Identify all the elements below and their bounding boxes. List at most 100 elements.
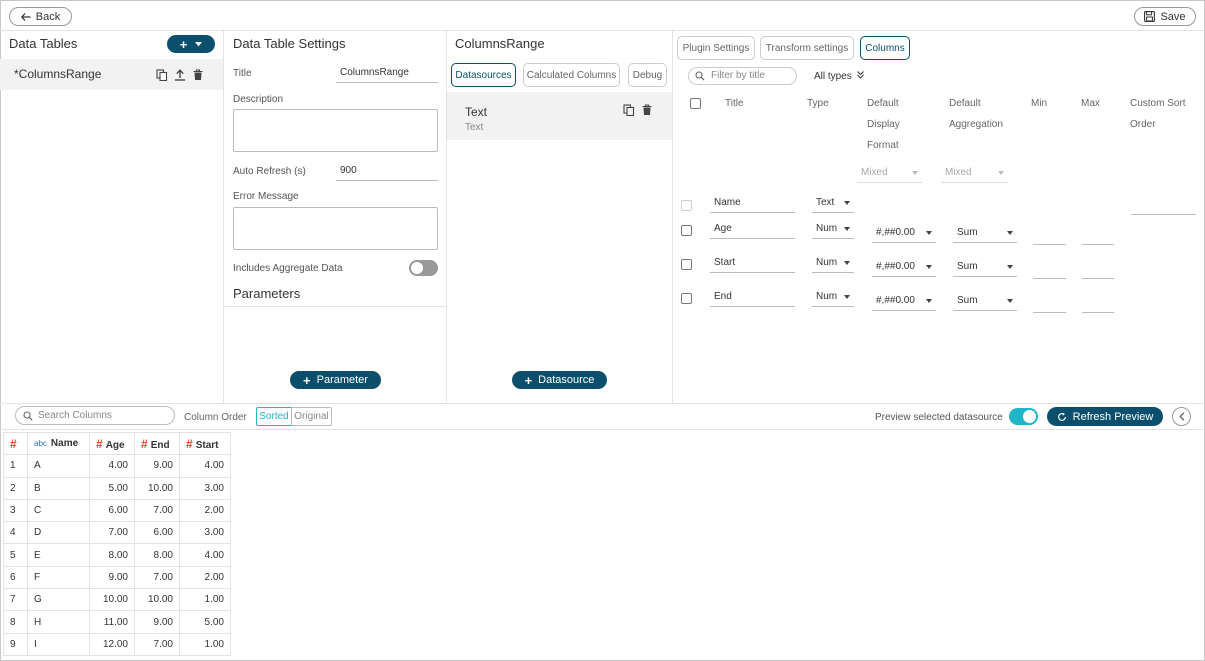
add-data-table-button[interactable]: +: [167, 35, 215, 53]
mixed-format-select[interactable]: Mixed: [857, 165, 922, 183]
add-datasource-button[interactable]: + Datasource: [512, 371, 607, 389]
tab-transform-settings[interactable]: Transform settings: [760, 36, 854, 60]
header-min: Min: [1031, 98, 1048, 109]
header-format-line3: Format: [867, 140, 899, 151]
mixed-agg-select[interactable]: Mixed: [941, 165, 1008, 183]
max-input[interactable]: [1082, 227, 1114, 245]
tab-debug[interactable]: Debug: [628, 63, 667, 87]
parameter-label: Parameter: [316, 374, 368, 386]
cell-start: 3.00: [179, 521, 231, 545]
back-button[interactable]: Back: [9, 7, 72, 26]
column-type-select[interactable]: Num: [812, 289, 854, 307]
header-start[interactable]: # Start: [179, 431, 231, 456]
header-max: Max: [1081, 98, 1100, 109]
format-select[interactable]: #,##0.00: [872, 293, 936, 311]
aggregate-toggle[interactable]: [409, 260, 438, 276]
arrow-left-icon: [20, 12, 31, 21]
caret-down-icon: [1007, 299, 1013, 303]
column-type-value: Num: [816, 257, 838, 268]
title-input[interactable]: ColumnsRange: [336, 65, 438, 83]
cell-age: 7.00: [89, 521, 135, 545]
table-row: 4 D 7.00 6.00 3.00: [3, 521, 231, 545]
cell-index: 2: [3, 476, 28, 500]
add-parameter-button[interactable]: + Parameter: [290, 371, 381, 389]
tab-columns[interactable]: Columns: [860, 36, 910, 60]
data-tables-title: Data Tables: [9, 36, 78, 51]
caret-down-icon: [912, 171, 918, 175]
column-type-select[interactable]: Num: [812, 255, 854, 273]
caret-down-icon: [926, 231, 932, 235]
refresh-preview-button[interactable]: Refresh Preview: [1047, 407, 1163, 426]
header-aggregation-line1: Default: [949, 98, 981, 109]
tab-plugin-settings[interactable]: Plugin Settings: [677, 36, 755, 60]
cell-index: 1: [3, 454, 28, 478]
custom-sort-input[interactable]: [1131, 197, 1196, 215]
description-textarea[interactable]: [233, 109, 438, 152]
sorted-toggle[interactable]: Sorted: [256, 407, 292, 426]
plus-icon: +: [303, 372, 311, 388]
chevron-down-icon: [195, 41, 203, 46]
cell-name: B: [27, 476, 90, 500]
column-type-select[interactable]: Num: [812, 221, 854, 239]
select-all-checkbox[interactable]: [690, 98, 701, 109]
row-checkbox-end[interactable]: [681, 293, 692, 304]
min-input[interactable]: [1033, 261, 1066, 279]
header-name[interactable]: abc Name: [27, 431, 90, 456]
table-row: 3 C 6.00 7.00 2.00: [3, 498, 231, 523]
column-title-input[interactable]: Name: [710, 195, 795, 213]
save-button[interactable]: Save: [1134, 7, 1196, 26]
format-select[interactable]: #,##0.00: [872, 225, 936, 243]
caret-down-icon: [998, 171, 1004, 175]
aggregation-select[interactable]: Sum: [953, 293, 1017, 311]
row-checkbox-name[interactable]: [681, 200, 692, 211]
preview-selected-toggle[interactable]: [1009, 408, 1038, 425]
header-age[interactable]: # Age: [89, 431, 135, 456]
cell-start: 4.00: [179, 454, 231, 478]
datasource-item[interactable]: Text Text: [447, 92, 672, 140]
column-type-select[interactable]: Text: [812, 195, 854, 213]
cell-end: 10.00: [134, 476, 180, 500]
cell-start: 1.00: [179, 632, 231, 656]
search-columns-input[interactable]: Search Columns: [15, 406, 175, 425]
data-tables-panel: Data Tables + *ColumnsRange: [0, 31, 224, 403]
error-message-textarea[interactable]: [233, 207, 438, 250]
min-input[interactable]: [1033, 295, 1066, 313]
data-table-item[interactable]: *ColumnsRange: [0, 59, 223, 90]
original-toggle[interactable]: Original: [291, 407, 332, 426]
header-age-label: Age: [105, 439, 125, 451]
tab-calculated-columns[interactable]: Calculated Columns: [523, 63, 620, 87]
column-title-input[interactable]: Age: [710, 221, 795, 239]
auto-refresh-input[interactable]: 900: [336, 163, 438, 181]
copy-icon[interactable]: [156, 69, 168, 81]
chevron-left-icon: [1178, 412, 1184, 421]
format-select[interactable]: #,##0.00: [872, 259, 936, 277]
error-message-label: Error Message: [233, 191, 299, 202]
preview-table: # abc Name # Age # End # Start 1 A 4.00 9.00 4.0…: [3, 431, 231, 656]
aggregation-select[interactable]: Sum: [953, 259, 1017, 277]
row-checkbox-start[interactable]: [681, 259, 692, 270]
cell-start: 3.00: [179, 476, 231, 500]
trash-icon[interactable]: [641, 104, 653, 116]
column-title-input[interactable]: End: [710, 289, 795, 307]
cell-age: 4.00: [89, 454, 135, 478]
header-end[interactable]: # End: [134, 431, 180, 456]
cell-name: C: [27, 498, 90, 523]
cell-age: 12.00: [89, 632, 135, 656]
max-input[interactable]: [1082, 295, 1114, 313]
min-input[interactable]: [1033, 227, 1066, 245]
all-types-dropdown[interactable]: All types: [814, 71, 864, 82]
tab-datasources[interactable]: Datasources: [451, 63, 516, 87]
aggregation-select[interactable]: Sum: [953, 225, 1017, 243]
row-checkbox-age[interactable]: [681, 225, 692, 236]
table-row: 6 F 9.00 7.00 2.00: [3, 565, 231, 590]
copy-icon[interactable]: [623, 104, 635, 116]
trash-icon[interactable]: [192, 69, 204, 81]
format-value: #,##0.00: [876, 227, 915, 238]
column-title-input[interactable]: Start: [710, 255, 795, 273]
column-type-value: Num: [816, 291, 838, 302]
cell-end: 9.00: [134, 610, 180, 634]
upload-icon[interactable]: [174, 69, 186, 81]
max-input[interactable]: [1082, 261, 1114, 279]
data-table-item-label: *ColumnsRange: [14, 67, 102, 81]
collapse-button[interactable]: [1172, 407, 1191, 426]
